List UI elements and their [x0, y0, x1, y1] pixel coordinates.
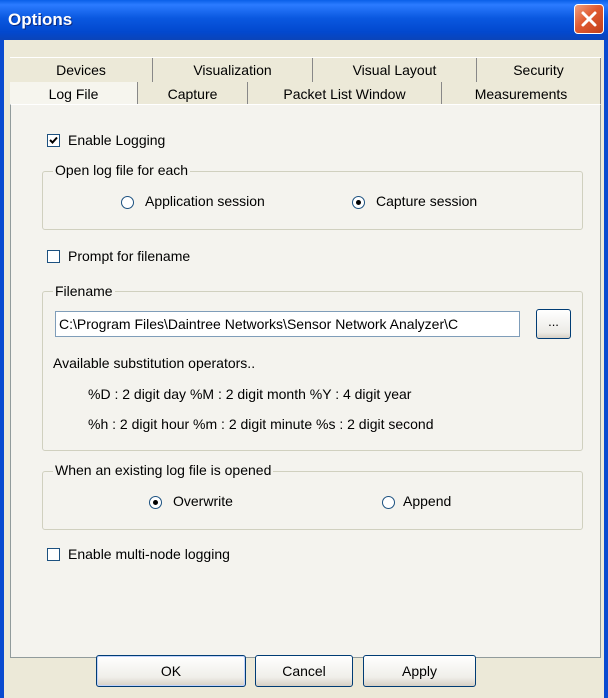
tab-security[interactable]: Security [477, 58, 601, 82]
apply-button[interactable]: Apply [363, 655, 476, 687]
tab-row1-rule [10, 57, 601, 58]
window-frame-left [0, 40, 4, 698]
existing-log-group [42, 471, 583, 530]
filename-input[interactable]: C:\Program Files\Daintree Networks\Senso… [55, 311, 520, 337]
browse-button[interactable]: ... [536, 309, 571, 339]
filename-legend: Filename [53, 283, 115, 299]
overwrite-radio[interactable] [149, 496, 162, 509]
enable-logging-label: Enable Logging [68, 132, 166, 148]
close-button[interactable] [574, 4, 604, 34]
prompt-filename-label: Prompt for filename [68, 248, 191, 264]
tab-packet-list-window[interactable]: Packet List Window [248, 82, 442, 106]
append-radio[interactable] [382, 496, 395, 509]
tab-visual-layout[interactable]: Visual Layout [313, 58, 477, 82]
tab-measurements[interactable]: Measurements [442, 82, 601, 106]
ok-button[interactable]: OK [96, 655, 246, 687]
capture-session-radio[interactable] [352, 196, 365, 209]
overwrite-label: Overwrite [173, 493, 233, 509]
operators-line-1: %D : 2 digit day %M : 2 digit month %Y :… [88, 386, 412, 402]
append-label: Append [403, 493, 452, 509]
close-icon [581, 11, 597, 27]
window-frame-right [604, 40, 608, 698]
window-title: Options [8, 10, 73, 29]
application-session-label: Application session [145, 193, 265, 209]
checkmark-icon [49, 136, 58, 144]
open-log-legend: Open log file for each [53, 162, 191, 178]
capture-session-label: Capture session [376, 193, 478, 209]
cancel-button[interactable]: Cancel [255, 655, 353, 687]
tab-capture[interactable]: Capture [138, 82, 248, 106]
existing-log-legend: When an existing log file is opened [53, 462, 274, 478]
multi-node-checkbox[interactable] [47, 548, 60, 561]
multi-node-label: Enable multi-node logging [68, 546, 230, 562]
operators-heading: Available substitution operators.. [53, 355, 256, 371]
prompt-filename-checkbox[interactable] [47, 250, 60, 263]
tab-visualization[interactable]: Visualization [153, 58, 313, 82]
tab-devices[interactable]: Devices [10, 58, 153, 82]
application-session-radio[interactable] [121, 196, 134, 209]
operators-line-2: %h : 2 digit hour %m : 2 digit minute %s… [88, 416, 434, 432]
title-bar: Options [0, 0, 608, 40]
enable-logging-checkbox[interactable] [47, 134, 60, 147]
